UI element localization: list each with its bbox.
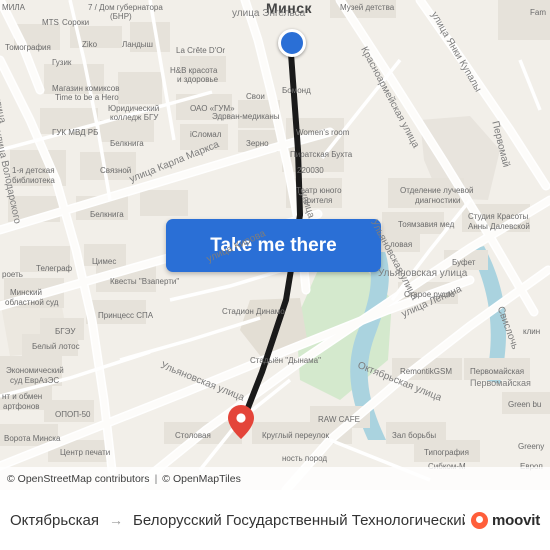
map-poi-label: (БНР)	[110, 12, 132, 21]
map-poi-label: Музей детства	[340, 3, 395, 12]
map-poi-label: библиотека	[12, 176, 55, 185]
map-poi-label: Стадион Динамо	[222, 307, 285, 316]
map-poi-label: Ландыш	[122, 40, 153, 49]
osm-attribution[interactable]: © OpenStreetMap contributors	[7, 473, 150, 485]
map-street-label: Первомайская	[470, 378, 531, 388]
map-poi-label: ГУК МВД РБ	[52, 128, 99, 137]
map-poi-label: 1-я детская	[12, 166, 55, 175]
map-poi-label: Центр печати	[60, 448, 111, 457]
map-poi-label: Women's room	[296, 128, 350, 137]
tiles-attribution[interactable]: © OpenMapTiles	[162, 473, 241, 485]
map-poi-label: колледж БГУ	[110, 113, 159, 122]
map-poi-label: Студия Красоты	[468, 212, 529, 221]
trip-destination-label: Белорусский Государственный Технологичес…	[133, 511, 466, 529]
map-poi-label: Типография	[424, 448, 469, 457]
map-poi-label: RAW CAFE	[318, 415, 360, 424]
map-poi-label: Томография	[5, 43, 51, 52]
map-poi-label: суд ЕврАзЭС	[10, 376, 60, 385]
moovit-brand-label: moovit	[492, 511, 540, 529]
map-poi-label: Буфет	[452, 258, 476, 267]
map-poi-label: Зал борьбы	[392, 431, 437, 440]
map-poi-label: Time to be a Hero	[55, 93, 119, 102]
map-poi-label: Анны Далевской	[468, 222, 530, 231]
map-poi-label: Связной	[100, 166, 132, 175]
map-canvas[interactable]: Минск Take me there 7 / Дом губернатора(…	[0, 0, 550, 490]
map-poi-label: ОПОП-50	[55, 410, 91, 419]
map-poi-label: Белый лотос	[32, 342, 80, 351]
map-poi-label: Ziko	[82, 40, 98, 49]
map-poi-label: и здоровье	[177, 75, 219, 84]
moovit-brand: moovit	[471, 511, 540, 529]
map-poi-label: Круглый переулок	[262, 431, 329, 440]
map-poi-label: Гузик	[52, 58, 72, 67]
map-poi-label: H&B красота	[170, 66, 218, 75]
map-poi-label: нт и обмен	[2, 392, 43, 401]
map-poi-label: диагностики	[415, 196, 461, 205]
map-poi-label: МИЛА	[2, 3, 25, 12]
map-poi-label: Сороки	[62, 18, 90, 27]
map-poi-label: артфонов	[3, 402, 40, 411]
map-poi-label: Юридический	[108, 104, 160, 113]
take-me-there-button[interactable]: Take me there	[166, 219, 381, 272]
map-poi-label: Минский	[10, 288, 42, 297]
map-poi-label: Ворота Минска	[4, 434, 61, 443]
map-poi-label: Бомонд	[282, 86, 311, 95]
map-poi-label: La Crête D'Or	[176, 46, 226, 55]
map-poi-label: RemontikGSM	[400, 367, 453, 376]
attribution-bar: © OpenStreetMap contributors | © OpenMap…	[0, 467, 550, 490]
map-poi-label: Зерно	[246, 139, 269, 148]
map-poi-label: iСломал	[190, 130, 222, 139]
moovit-logo-icon	[471, 511, 489, 529]
map-poi-label: Экономический	[6, 366, 64, 375]
map-poi-label: Белкнига	[90, 210, 124, 219]
map-poi-label: роеть	[2, 270, 23, 279]
bottom-bar: Октябрьская → Белорусский Государственны…	[0, 490, 550, 550]
trip-arrow-icon: →	[109, 512, 123, 528]
map-poi-label: Отделение лучевой	[400, 186, 474, 195]
origin-marker[interactable]	[278, 29, 306, 57]
map-poi-label: клин	[523, 327, 541, 336]
map-poi-label: Магазин комиксов	[52, 84, 120, 93]
map-poi-label: Цимес	[92, 257, 117, 266]
map-poi-label: Эдрван-медиканы	[212, 112, 280, 121]
map-poi-label: Greeny	[518, 442, 545, 451]
destination-marker[interactable]	[228, 405, 254, 439]
attribution-separator: |	[154, 472, 158, 485]
trip-origin-label: Октябрьская	[10, 511, 99, 529]
map-poi-label: Пиратская Бухта	[290, 150, 353, 159]
map-poi-label: Green bu	[508, 400, 542, 409]
map-poi-label: ность пород	[282, 454, 328, 463]
map-poi-label: MTS	[42, 18, 59, 27]
map-street-label: улица Энгельса	[232, 8, 306, 19]
map-street-label: Ульяновская улица	[378, 268, 468, 279]
map-poi-label: Принцесс СПА	[98, 311, 154, 320]
map-poi-label: Белкнига	[110, 139, 144, 148]
map-poi-label: Столовая	[175, 431, 211, 440]
map-poi-label: 7 / Дом губернатора	[88, 3, 163, 12]
map-poi-label: БГЭУ	[55, 327, 76, 336]
map-poi-label: областной суд	[5, 298, 59, 307]
map-poi-label: Fam	[530, 8, 546, 17]
map-poi-label: Телеграф	[36, 264, 73, 273]
map-poi-label: Свои	[246, 92, 265, 101]
map-poi-label: 220030	[297, 166, 324, 175]
map-poi-label: Первомайская	[470, 367, 525, 376]
map-poi-label: Тоямзавия мед	[398, 220, 455, 229]
map-poi-label: Квесты "Взаперти"	[110, 277, 180, 286]
map-poi-label: Стадыён "Дынама"	[250, 356, 321, 365]
